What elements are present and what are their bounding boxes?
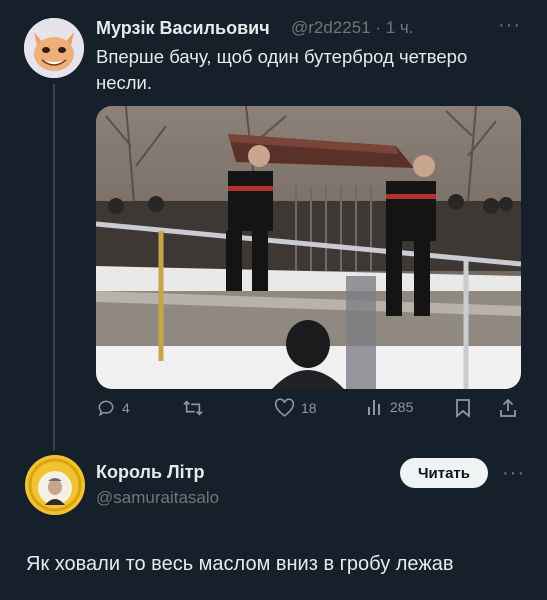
- reply-author-handle[interactable]: @samuraitasalo: [96, 488, 219, 508]
- views-icon: [368, 400, 380, 415]
- author-avatar[interactable]: [24, 18, 84, 78]
- king-avatar-image: [25, 455, 85, 515]
- reply-button[interactable]: 4: [96, 398, 130, 418]
- tweet-photo[interactable]: [96, 106, 521, 389]
- author-name[interactable]: Мурзік Васильович: [96, 18, 270, 39]
- funeral-photo: [96, 106, 521, 389]
- cat-avatar-image: [24, 18, 84, 78]
- bookmark-icon: [456, 399, 470, 418]
- share-icon: [500, 398, 516, 417]
- views-count: 285: [390, 399, 414, 415]
- more-icon[interactable]: ···: [498, 14, 521, 37]
- retweet-icon: [183, 400, 203, 416]
- thread-connector-line: [53, 84, 55, 450]
- tweet-text: Вперше бачу, щоб один бутерброд четверо …: [96, 46, 468, 93]
- like-button[interactable]: 18: [274, 398, 317, 418]
- reply-author-avatar[interactable]: [25, 455, 85, 515]
- retweet-button[interactable]: [182, 398, 210, 418]
- reply-count: 4: [122, 400, 130, 416]
- follow-button[interactable]: Читать: [400, 458, 488, 488]
- more-icon[interactable]: ···: [502, 462, 525, 485]
- like-count: 18: [301, 400, 317, 416]
- reply-text: Як ховали то весь маслом вниз в гробу ле…: [26, 553, 454, 575]
- share-button[interactable]: [498, 398, 518, 418]
- bookmark-button[interactable]: [454, 398, 472, 418]
- tweet-actions-bar: 4 18 285: [96, 398, 521, 426]
- views-button[interactable]: 285: [366, 398, 413, 416]
- like-icon: [274, 398, 295, 417]
- reply-icon: [98, 400, 114, 417]
- reply-author-name[interactable]: Король Літр: [96, 462, 204, 483]
- author-handle-time[interactable]: @r2d2251 · 1 ч.: [291, 18, 414, 38]
